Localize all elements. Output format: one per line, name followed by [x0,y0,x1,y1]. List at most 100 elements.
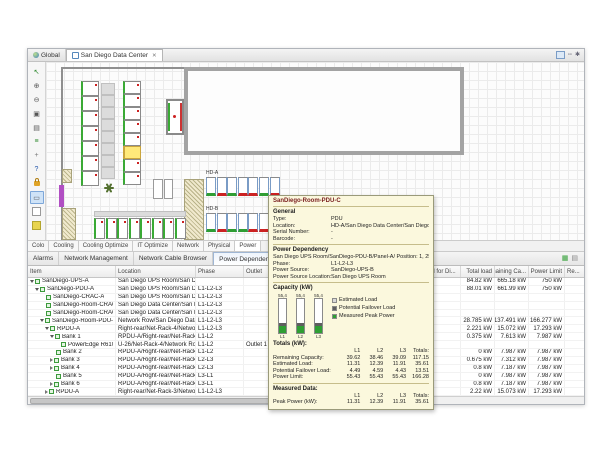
rack[interactable] [123,94,141,107]
rack[interactable] [248,177,258,196]
column-header-remaining-ca-[interactable]: Remaining Ca... [495,266,529,277]
rack[interactable] [238,213,248,232]
layers-tool[interactable]: ≡ [30,135,44,148]
rack[interactable] [129,218,140,239]
rack[interactable] [94,218,105,239]
rack[interactable] [217,213,227,232]
rack[interactable] [123,133,141,146]
layer-tab-colo[interactable]: Colo [28,241,49,251]
rack[interactable] [217,177,227,196]
tree-collapsed-icon[interactable] [45,390,48,394]
tree-expanded-icon[interactable] [30,280,34,283]
pan-tool[interactable]: + [30,149,44,162]
panel-tab-alarms[interactable]: Alarms [28,252,59,265]
rack[interactable] [81,111,99,126]
column-header-total-load[interactable]: Total load [461,266,495,277]
item-cell: Bank 1 [28,333,116,340]
rack[interactable] [123,159,141,172]
rack[interactable] [123,172,141,185]
column-header-phase[interactable]: Phase [196,266,244,277]
rack[interactable] [81,171,99,186]
tile-yellow-tool[interactable] [30,219,44,232]
rack[interactable] [81,126,99,141]
print-tool[interactable]: ▤ [30,121,44,134]
rack[interactable] [238,177,248,196]
rack[interactable] [117,218,128,239]
rack[interactable] [163,218,174,239]
rack[interactable] [81,81,99,96]
layer-tab-cooling-optimize[interactable]: Cooling Optimize [79,241,134,251]
rack[interactable] [206,177,216,196]
device-icon [46,311,51,316]
export-icon[interactable]: ▤ [571,255,578,262]
layer-tab-physical[interactable]: Physical [204,241,235,251]
rack[interactable] [123,120,141,133]
restore-view-icon[interactable] [556,51,565,59]
scrollbar-thumb[interactable] [30,398,272,404]
re-cell [565,325,584,332]
editor-tab-global[interactable]: Global [28,49,66,61]
rack[interactable] [259,177,269,196]
rack[interactable] [175,218,186,239]
rack[interactable] [140,218,151,239]
column-header-re-[interactable]: Re... [565,266,584,277]
rack[interactable] [123,81,141,94]
zoom-out-tool[interactable]: ⊖ [30,93,44,106]
tree-collapsed-icon[interactable] [50,358,53,362]
rack[interactable] [81,156,99,171]
tree-expanded-icon[interactable] [50,335,54,338]
rack[interactable] [270,177,280,196]
column-header-location[interactable]: Location [116,266,196,277]
rack[interactable] [81,96,99,111]
table-view-icon[interactable]: ▦ [562,255,569,262]
layer-tab-network[interactable]: Network [173,241,204,251]
tree-collapsed-icon[interactable] [50,366,53,370]
alarm-dot [95,144,97,146]
alarm-dot [95,84,97,86]
phase-cell: L3-L1 [196,373,244,380]
rack[interactable] [227,177,237,196]
alarm-dot [137,162,139,164]
zoom-fit-tool[interactable]: ▣ [30,107,44,120]
floor-equipment[interactable] [153,179,163,199]
help-tool-glyph: ? [35,166,39,173]
tree-expanded-icon[interactable] [35,288,39,291]
phase-cell: L1-L2 [196,349,244,356]
layer-tab-it-optimize[interactable]: IT Optimize [133,241,173,251]
rack[interactable] [81,141,99,156]
tree-collapsed-icon[interactable] [50,382,53,386]
tree-expanded-icon[interactable] [45,327,49,330]
floor-equipment[interactable] [164,179,173,199]
panel-tab-network-cable-browser[interactable]: Network Cable Browser [134,252,213,265]
layer-tab-power[interactable]: Power [235,241,261,251]
floor-tile [101,119,115,131]
select-tool[interactable]: ↖ [30,65,44,78]
column-header-item[interactable]: Item [28,266,116,277]
layer-tab-cooling[interactable]: Cooling [49,241,78,251]
rack[interactable] [152,218,163,239]
re-cell [565,381,584,388]
help-tool[interactable]: ? [30,163,44,176]
device-icon [56,350,61,355]
rack[interactable] [106,218,117,239]
panel-tab-network-management[interactable]: Network Management [59,252,134,265]
tile-white-tool[interactable] [30,205,44,218]
editor-tab-san-diego-data-center[interactable]: San Diego Data Center✕ [66,49,163,61]
adjacent-room [184,67,464,155]
item-cell: SanDiego-Room-PDU-A [28,317,116,324]
minimize-icon[interactable]: ▫▫ [568,52,572,58]
tree-expanded-icon[interactable] [40,319,44,322]
close-tab-icon[interactable]: ✕ [152,53,157,59]
rack[interactable] [206,213,216,232]
zoom-in-tool[interactable]: ⊕ [30,79,44,92]
rack[interactable] [123,107,141,120]
rack[interactable] [227,213,237,232]
alarm-dot [95,159,97,161]
gear-icon[interactable]: ✱ [575,52,580,58]
rack[interactable] [248,213,258,232]
measure-tool[interactable]: ▭ [30,191,44,204]
rack-selected-pdu[interactable] [123,146,141,159]
column-header-power-limit[interactable]: Power Limit [529,266,565,277]
lock-tool[interactable] [30,177,44,190]
crac-unit[interactable] [166,99,184,135]
